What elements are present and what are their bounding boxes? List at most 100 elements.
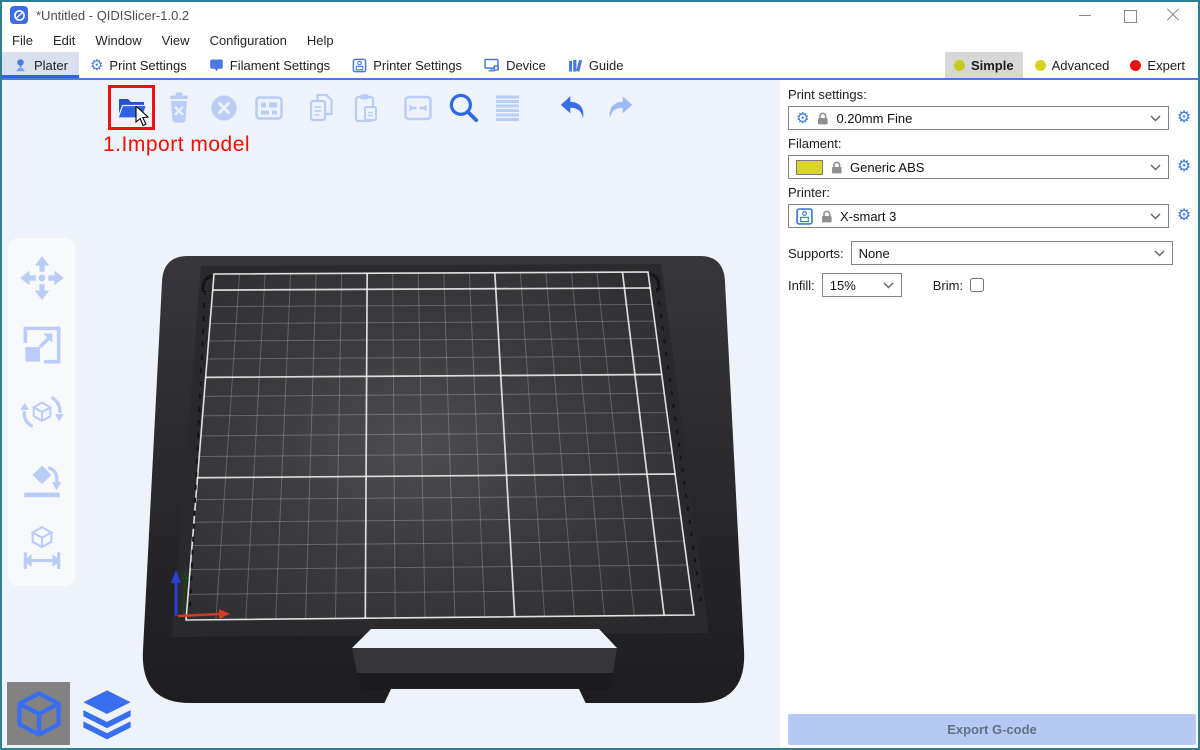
undo-arrow-icon	[555, 89, 593, 127]
copy-button[interactable]	[302, 89, 340, 127]
filament-select[interactable]: Generic ABS	[788, 155, 1169, 179]
filament-gear-button[interactable]: ⚙	[1174, 156, 1194, 178]
supports-label: Supports:	[788, 246, 844, 261]
simple-dot-icon	[954, 60, 965, 71]
scale-tool-button[interactable]	[16, 319, 68, 371]
infill-label: Infill:	[788, 278, 815, 293]
gear-icon: ⚙	[90, 58, 103, 73]
printer-mini-icon	[796, 208, 813, 225]
undo-button[interactable]	[555, 89, 593, 127]
maximize-button-icon[interactable]	[1122, 8, 1136, 22]
filament-label: Filament:	[788, 136, 1194, 151]
bed-handle-slot	[352, 629, 617, 648]
bed-handle-bar-top	[352, 648, 617, 673]
app-window: *Untitled - QIDISlicer-1.0.2 File Edit W…	[0, 0, 1200, 750]
device-monitor-icon	[484, 58, 500, 73]
filament-icon	[209, 58, 224, 73]
printer-select[interactable]: X-smart 3	[788, 204, 1169, 228]
search-button[interactable]	[444, 89, 482, 127]
layer-lines-icon	[490, 90, 526, 126]
supports-select[interactable]: None	[851, 241, 1173, 265]
circle-x-icon	[206, 90, 242, 126]
title-bar: *Untitled - QIDISlicer-1.0.2	[2, 2, 1198, 28]
delete-all-button[interactable]	[205, 89, 243, 127]
menu-window[interactable]: Window	[85, 30, 151, 51]
tab-device[interactable]: Device	[473, 52, 557, 78]
print-settings-gear-button[interactable]: ⚙	[1174, 107, 1194, 129]
menu-configuration[interactable]: Configuration	[200, 30, 297, 51]
chevron-down-icon	[1150, 164, 1161, 171]
split-to-objects-button[interactable]	[399, 89, 437, 127]
tab-label: Device	[506, 58, 546, 73]
delete-button[interactable]	[160, 89, 198, 127]
place-on-face-tool-button[interactable]	[16, 453, 68, 505]
chevron-down-icon	[1150, 115, 1161, 122]
variable-layer-height-button[interactable]	[489, 89, 527, 127]
redo-arrow-icon	[600, 89, 638, 127]
menu-edit[interactable]: Edit	[43, 30, 85, 51]
lock-icon	[831, 161, 842, 174]
tab-label: Printer Settings	[373, 58, 462, 73]
preview-view-button[interactable]	[75, 682, 138, 745]
printer-value: X-smart 3	[840, 209, 896, 224]
mode-advanced[interactable]: Advanced	[1026, 52, 1119, 78]
menu-file[interactable]: File	[2, 30, 43, 51]
close-button-icon[interactable]	[1166, 8, 1180, 22]
chevron-down-icon	[1154, 250, 1165, 257]
app-logo-icon	[10, 6, 28, 24]
plater-icon	[13, 58, 28, 73]
3d-editor-view-button[interactable]	[7, 682, 70, 745]
menu-bar: File Edit Window View Configuration Help	[2, 28, 1198, 52]
bed-handle-bar-front	[357, 673, 613, 690]
move-tool-button[interactable]	[16, 252, 68, 304]
tab-plater[interactable]: Plater	[2, 52, 79, 78]
3d-viewport[interactable]: 1.Import model	[2, 80, 780, 748]
filament-value: Generic ABS	[850, 160, 924, 175]
menu-help[interactable]: Help	[297, 30, 344, 51]
print-settings-label: Print settings:	[788, 87, 1194, 102]
chevron-down-icon	[1150, 213, 1161, 220]
infill-select[interactable]: 15%	[822, 273, 902, 297]
menu-view[interactable]: View	[152, 30, 200, 51]
import-highlight-box	[108, 85, 155, 130]
move-icon	[17, 253, 67, 303]
mode-selector: Simple Advanced Expert	[945, 52, 1194, 78]
search-icon	[444, 89, 482, 127]
tab-filament-settings[interactable]: Filament Settings	[198, 52, 341, 78]
measure-icon	[17, 521, 67, 571]
rotate-tool-button[interactable]	[16, 386, 68, 438]
tab-print-settings[interactable]: ⚙ Print Settings	[79, 52, 198, 78]
import-annotation: 1.Import model	[103, 133, 250, 157]
viewport-toolbar	[108, 85, 645, 130]
advanced-dot-icon	[1035, 60, 1046, 71]
mode-expert[interactable]: Expert	[1121, 52, 1194, 78]
tab-label: Print Settings	[109, 58, 186, 73]
brim-checkbox[interactable]	[970, 278, 984, 292]
tab-guide[interactable]: Guide	[557, 52, 635, 78]
settings-sidebar: Print settings: ⚙ 0.20mm Fine ⚙ Filament…	[780, 80, 1198, 748]
paste-button[interactable]	[347, 89, 385, 127]
split-arrows-icon	[400, 90, 436, 126]
measure-tool-button[interactable]	[16, 520, 68, 572]
minimize-button-icon[interactable]	[1078, 8, 1092, 22]
export-gcode-button[interactable]: Export G-code	[788, 714, 1196, 745]
build-plate[interactable]	[2, 80, 780, 748]
redo-button[interactable]	[600, 89, 638, 127]
tab-printer-settings[interactable]: Printer Settings	[341, 52, 473, 78]
printer-gear-button[interactable]: ⚙	[1174, 205, 1194, 227]
arrange-button[interactable]	[250, 89, 288, 127]
mode-label: Advanced	[1052, 58, 1110, 73]
gizmo-toolbar	[8, 238, 75, 586]
mode-simple[interactable]: Simple	[945, 52, 1023, 78]
place-on-face-icon	[17, 454, 67, 504]
view-switcher	[7, 682, 138, 745]
print-settings-select[interactable]: ⚙ 0.20mm Fine	[788, 106, 1169, 130]
printer-icon	[352, 58, 367, 73]
main-tab-bar: Plater ⚙ Print Settings Filament Setting…	[2, 52, 1198, 80]
tab-label: Plater	[34, 58, 68, 73]
rotate-icon	[17, 387, 67, 437]
arrange-grid-icon	[251, 90, 287, 126]
printer-label: Printer:	[788, 185, 1194, 200]
infill-value: 15%	[830, 278, 856, 293]
chevron-down-icon	[883, 282, 894, 289]
